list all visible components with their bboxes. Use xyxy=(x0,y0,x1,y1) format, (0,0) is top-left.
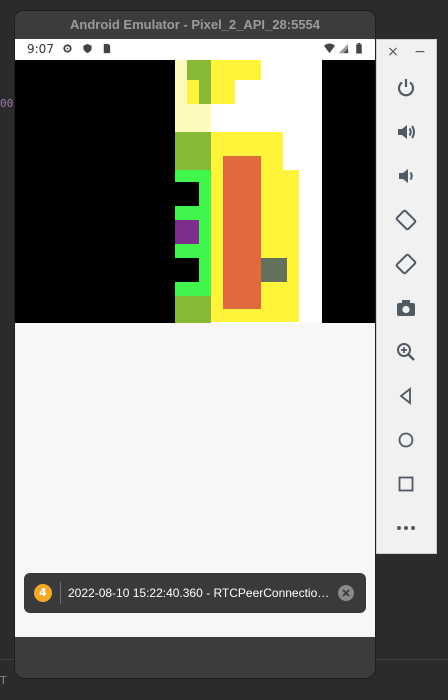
side-panel-header: × − xyxy=(377,40,436,66)
volume-up-icon xyxy=(398,125,415,139)
home-icon xyxy=(398,432,414,448)
emulator-title: Android Emulator - Pixel_2_API_28:5554 xyxy=(70,17,320,32)
phone-screen[interactable]: 9:07 4 2022-08-10 15:22:40.360 - RTCPeer… xyxy=(15,39,375,637)
power-icon xyxy=(397,79,415,97)
wifi-icon xyxy=(324,43,335,54)
sim-card-icon xyxy=(103,43,111,54)
close-icon[interactable] xyxy=(338,585,354,601)
notification-toast[interactable]: 4 2022-08-10 15:22:40.360 - RTCPeerConne… xyxy=(24,573,366,613)
volume-down-icon xyxy=(399,169,413,183)
screenshot-button[interactable] xyxy=(394,296,418,320)
volume-down-button[interactable] xyxy=(394,164,418,188)
side-panel-minimize-button[interactable]: − xyxy=(412,44,428,60)
volume-up-button[interactable] xyxy=(394,120,418,144)
rotate-right-icon xyxy=(395,253,417,275)
settings-icon xyxy=(63,44,72,53)
back-button[interactable] xyxy=(394,384,418,408)
toast-message: 2022-08-10 15:22:40.360 - RTCPeerConnect… xyxy=(68,586,330,600)
cell-signal-icon xyxy=(338,43,349,54)
status-bar: 9:07 xyxy=(15,39,375,60)
toast-count-badge: 4 xyxy=(34,584,52,602)
toast-divider xyxy=(60,582,61,604)
rotate-left-icon xyxy=(395,209,417,231)
emulator-side-panel: × − xyxy=(376,39,437,554)
rotate-left-button[interactable] xyxy=(394,208,418,232)
overview-icon xyxy=(398,476,414,492)
power-button[interactable] xyxy=(394,76,418,100)
overview-button[interactable] xyxy=(394,472,418,496)
camera-icon xyxy=(397,300,415,316)
more-icon xyxy=(397,526,415,530)
zoom-button[interactable] xyxy=(394,340,418,364)
shield-icon xyxy=(83,43,92,54)
zoom-icon xyxy=(397,343,415,361)
rotate-right-button[interactable] xyxy=(394,252,418,276)
back-icon xyxy=(399,387,411,405)
home-button[interactable] xyxy=(394,428,418,452)
ide-bottom-fragment: T xyxy=(0,674,7,687)
more-button[interactable] xyxy=(394,516,418,540)
video-feed xyxy=(15,60,375,323)
side-panel-close-button[interactable]: × xyxy=(385,44,401,60)
battery-icon xyxy=(356,43,362,54)
status-time: 9:07 xyxy=(27,42,54,56)
